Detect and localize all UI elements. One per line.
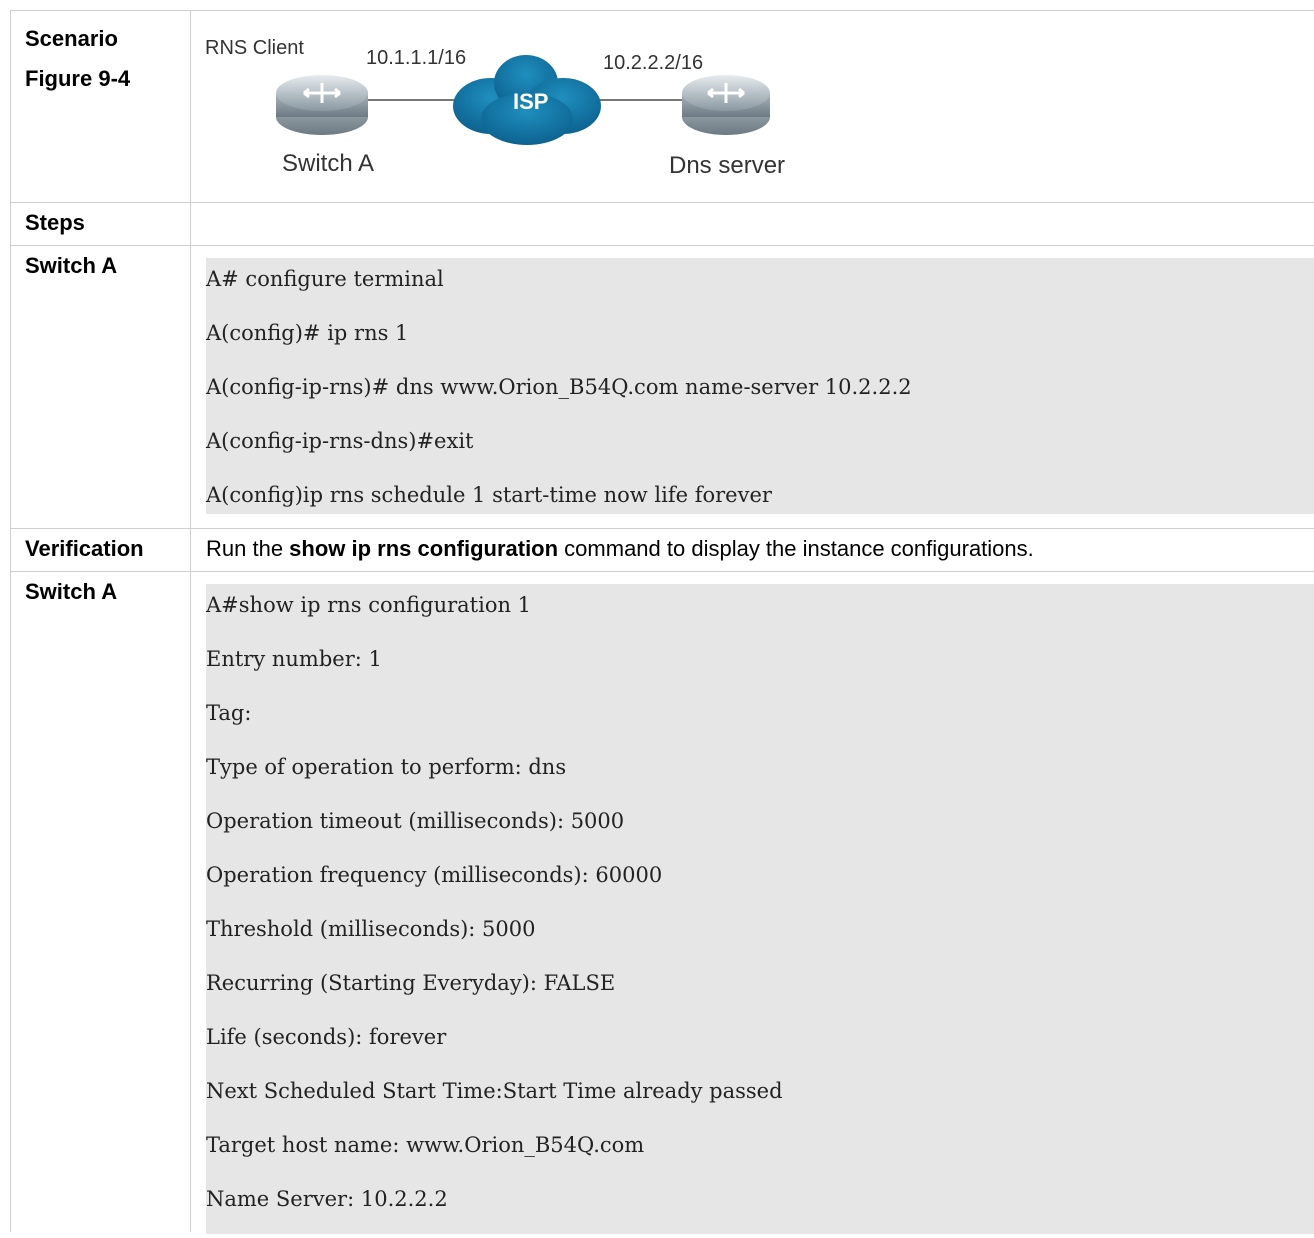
router-icon-dns-server — [682, 75, 770, 135]
scenario-diagram-cell: RNS Client 10.1.1.1/16 10.2.2.2/16 ISP S… — [191, 11, 1314, 202]
verification-row: Verification Run the show ip rns configu… — [10, 528, 1314, 571]
verification-text-before: Run the — [206, 536, 290, 561]
config-row: Switch A A# configure terminal A(config)… — [10, 245, 1314, 528]
output-row: Switch A A#show ip rns configuration 1 E… — [10, 571, 1314, 1234]
config-code-block: A# configure terminal A(config)# ip rns … — [206, 258, 1314, 514]
steps-label-cell: Steps — [10, 203, 191, 245]
left-ip-label: 10.1.1.1/16 — [366, 47, 467, 69]
verification-text-after: command to display the instance configur… — [558, 536, 1034, 561]
code-line: Tag: — [206, 701, 252, 725]
code-line: A# configure terminal — [206, 267, 444, 291]
config-device-label: Switch A — [25, 253, 118, 278]
output-device-label: Switch A — [25, 579, 118, 604]
output-label-cell: Switch A — [10, 572, 191, 1232]
verification-label-cell: Verification — [10, 529, 191, 571]
scenario-label-cell: Scenario Figure 9-4 — [10, 11, 191, 202]
output-code-cell: A#show ip rns configuration 1 Entry numb… — [191, 572, 1314, 1234]
scenario-label: Scenario — [25, 26, 118, 51]
code-line: A(config-ip-rns)# dns www.Orion_B54Q.com… — [206, 375, 912, 399]
switch-a-label: Switch A — [282, 150, 375, 177]
topology-diagram: RNS Client 10.1.1.1/16 10.2.2.2/16 ISP S… — [191, 11, 1314, 201]
scenario-row: Scenario Figure 9-4 RNS Client 10.1.1.1/… — [10, 10, 1314, 202]
isp-label: ISP — [513, 89, 549, 114]
code-line: Threshold (milliseconds): 5000 — [206, 917, 536, 941]
code-line: Life (seconds): forever — [206, 1025, 447, 1049]
config-label-cell: Switch A — [10, 246, 191, 528]
steps-content-cell — [191, 203, 1314, 245]
code-line: Operation timeout (milliseconds): 5000 — [206, 809, 625, 833]
code-line: A(config)ip rns schedule 1 start-time no… — [206, 483, 772, 507]
code-line: A(config)# ip rns 1 — [206, 321, 409, 345]
verification-text: Run the show ip rns configuration comman… — [191, 529, 1314, 569]
code-line: Recurring (Starting Everyday): FALSE — [206, 971, 616, 995]
output-code-block: A#show ip rns configuration 1 Entry numb… — [206, 584, 1314, 1234]
router-icon-switch-a — [276, 75, 368, 135]
code-line: A(config-ip-rns-dns)#exit — [206, 429, 474, 453]
config-code-cell: A# configure terminal A(config)# ip rns … — [191, 246, 1314, 528]
verification-text-cell: Run the show ip rns configuration comman… — [191, 529, 1314, 571]
steps-row: Steps — [10, 202, 1314, 245]
steps-label: Steps — [25, 210, 85, 235]
code-line: Entry number: 1 — [206, 647, 382, 671]
figure-label: Figure 9-4 — [25, 66, 131, 91]
config-table: Scenario Figure 9-4 RNS Client 10.1.1.1/… — [10, 10, 1314, 1234]
dns-server-label: Dns server — [669, 152, 786, 179]
code-line: A#show ip rns configuration 1 — [206, 593, 532, 617]
rns-client-label: RNS Client — [205, 37, 304, 59]
code-line: Name Server: 10.2.2.2 — [206, 1187, 448, 1211]
code-line: Type of operation to perform: dns — [206, 755, 567, 779]
right-ip-label: 10.2.2.2/16 — [603, 52, 704, 74]
code-line: Next Scheduled Start Time:Start Time alr… — [206, 1079, 783, 1103]
code-line: Target host name: www.Orion_B54Q.com — [206, 1133, 645, 1157]
verification-command: show ip rns configuration — [289, 536, 559, 561]
code-line: Operation frequency (milliseconds): 6000… — [206, 863, 663, 887]
verification-label: Verification — [25, 536, 144, 561]
